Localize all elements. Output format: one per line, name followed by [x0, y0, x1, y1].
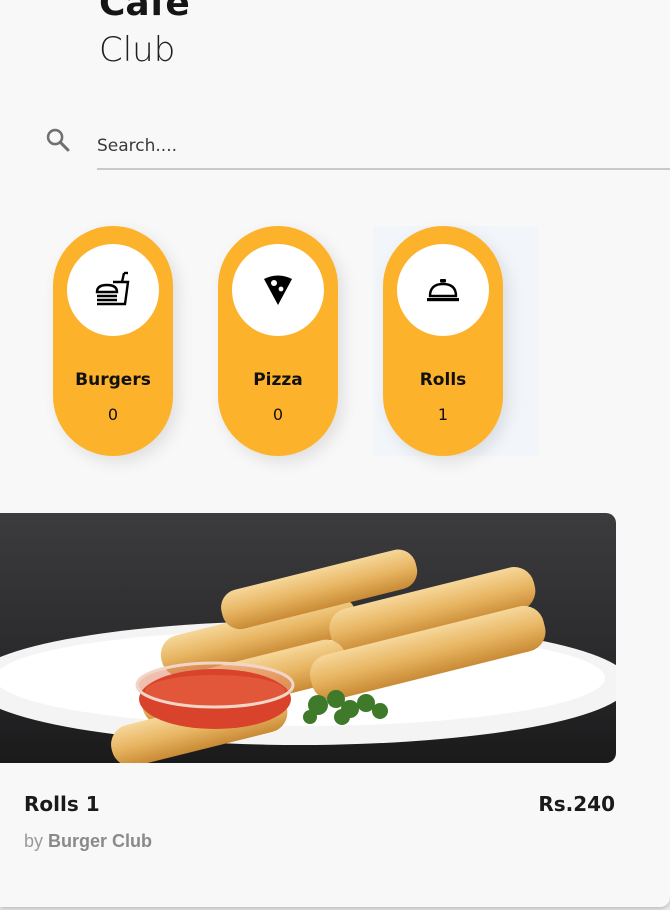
- category-rolls[interactable]: Rolls 1: [383, 226, 503, 456]
- category-name: Rolls: [419, 370, 467, 390]
- category-name: Pizza: [253, 370, 303, 390]
- pizza-slice-icon: [264, 275, 292, 305]
- category-pizza[interactable]: Pizza 0: [218, 226, 338, 456]
- product-image[interactable]: [0, 513, 616, 763]
- category-slot-rolls: Rolls 1: [373, 226, 538, 456]
- category-icon-circle: [397, 244, 489, 336]
- category-icon-circle: [232, 244, 324, 336]
- category-count: 1: [437, 405, 449, 424]
- category-count: 0: [107, 405, 119, 424]
- product-by-prefix: by: [24, 831, 44, 851]
- category-slot-pizza: Pizza 0: [218, 226, 383, 456]
- fastfood-icon: [95, 271, 130, 306]
- room-service-icon: [427, 279, 459, 302]
- category-burgers[interactable]: Burgers 0: [53, 226, 173, 456]
- app-subtitle: Club: [99, 30, 176, 70]
- spring-rolls-image: [0, 549, 616, 763]
- category-count: 0: [272, 405, 284, 424]
- category-name: Burgers: [75, 370, 151, 390]
- category-slot-burgers: Burgers 0: [53, 226, 218, 456]
- product-name[interactable]: Rolls 1: [24, 792, 100, 816]
- search-input[interactable]: [97, 124, 670, 170]
- app-title: Cafe: [99, 0, 190, 24]
- app-screen: Cafe Club Burgers: [0, 0, 670, 907]
- search-icon[interactable]: [44, 126, 72, 154]
- product-price: Rs.240: [538, 792, 615, 816]
- category-list: Burgers 0 Pizza 0 Rolls 1: [0, 226, 670, 458]
- product-vendor: by Burger Club: [24, 831, 152, 852]
- category-icon-circle: [67, 244, 159, 336]
- product-brand: Burger Club: [48, 831, 153, 851]
